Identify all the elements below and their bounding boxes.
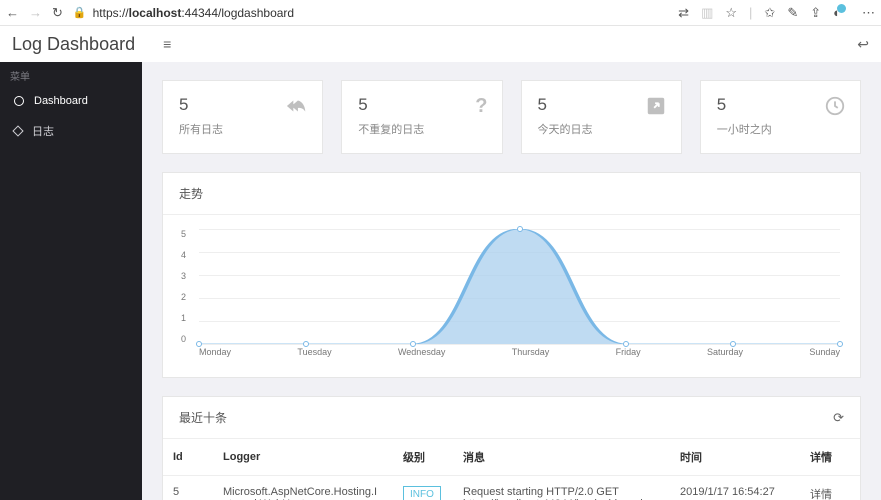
chart-marker: [837, 341, 843, 347]
chart-marker: [730, 341, 736, 347]
table-row: 5 Microsoft.AspNetCore.Hosting.Internal.…: [163, 476, 860, 500]
share-icon[interactable]: ⇪: [810, 5, 821, 21]
logs-icon: [12, 125, 23, 136]
sidebar-group-label: 菜单: [0, 62, 142, 87]
sidebar-item-label: 日志: [32, 123, 54, 139]
reader-icon: ▥: [701, 5, 713, 21]
trend-chart: 5 4 3 2 1 0 Monday Tuesday: [199, 229, 840, 369]
col-message: 消息: [453, 439, 670, 476]
dashboard-icon: [14, 96, 24, 106]
chart-marker: [410, 341, 416, 347]
clock-icon: [824, 95, 846, 123]
stat-card-unique-logs: 5 不重复的日志 ?: [341, 80, 502, 154]
stat-label: 一小时之内: [717, 121, 844, 137]
recent-logs-panel: 最近十条 ⟳ Id Logger 级别 消息 时间 详情: [162, 396, 861, 500]
sidebar: 菜单 Dashboard 日志: [0, 62, 142, 500]
refresh-icon[interactable]: ↻: [52, 5, 63, 21]
chart-marker: [196, 341, 202, 347]
sidebar-item-label: Dashboard: [34, 95, 88, 107]
stat-card-last-hour: 5 一小时之内: [700, 80, 861, 154]
refresh-panel-icon[interactable]: ⟳: [833, 410, 844, 426]
translate-icon[interactable]: ⇄: [678, 5, 689, 21]
cell-logger: Microsoft.AspNetCore.Hosting.Internal.We…: [213, 476, 393, 500]
lock-icon: 🔒: [73, 6, 87, 19]
more-icon[interactable]: ⋯: [862, 5, 875, 21]
panel-title: 走势: [179, 185, 203, 202]
cell-level: INFO: [393, 476, 453, 500]
profile-icon[interactable]: ◐: [833, 5, 850, 20]
chart-marker: [623, 341, 629, 347]
reply-icon[interactable]: ↩: [857, 36, 869, 53]
col-level: 级别: [393, 439, 453, 476]
star-outline-icon[interactable]: ☆: [725, 5, 737, 21]
stat-label: 今天的日志: [538, 121, 665, 137]
pen-icon[interactable]: ✎: [787, 5, 798, 21]
cell-detail[interactable]: 详情: [800, 476, 860, 500]
chart-marker: [303, 341, 309, 347]
stat-card-all-logs: 5 所有日志: [162, 80, 323, 154]
chart-x-axis: Monday Tuesday Wednesday Thursday Friday…: [199, 347, 840, 357]
app-header: Log Dashboard ≡ ↩: [0, 26, 881, 62]
menu-toggle-icon[interactable]: ≡: [163, 36, 171, 52]
col-logger: Logger: [213, 439, 393, 476]
cell-message: Request starting HTTP/2.0 GET https://lo…: [453, 476, 670, 500]
page-title: Log Dashboard: [12, 34, 135, 55]
sidebar-item-logs[interactable]: 日志: [0, 115, 142, 147]
main-content: 5 所有日志 5 不重复的日志 ? 5 今天的日志 5 一小时之内: [142, 62, 881, 500]
sidebar-item-dashboard[interactable]: Dashboard: [0, 87, 142, 115]
level-badge: INFO: [403, 486, 441, 500]
col-detail: 详情: [800, 439, 860, 476]
cell-id: 5: [163, 476, 213, 500]
favorites-icon[interactable]: ✩: [764, 5, 775, 21]
external-link-icon: [645, 95, 667, 123]
url-text: https://localhost:44344/logdashboard: [93, 6, 294, 20]
col-time: 时间: [670, 439, 800, 476]
stat-label: 不重复的日志: [358, 121, 485, 137]
stat-cards-row: 5 所有日志 5 不重复的日志 ? 5 今天的日志 5 一小时之内: [162, 80, 861, 154]
cell-time: 2019/1/17 16:54:27: [670, 476, 800, 500]
chart-marker: [517, 226, 523, 232]
chart-y-axis: 5 4 3 2 1 0: [181, 229, 186, 344]
stat-label: 所有日志: [179, 121, 306, 137]
browser-toolbar: ← → ↻ 🔒 https://localhost:44344/logdashb…: [0, 0, 881, 26]
back-icon[interactable]: ←: [6, 5, 19, 20]
stat-value: 5: [358, 95, 485, 115]
address-bar[interactable]: 🔒 https://localhost:44344/logdashboard: [73, 6, 668, 20]
logs-table: Id Logger 级别 消息 时间 详情 5 Microsoft.AspNet…: [163, 439, 860, 500]
trend-panel: 走势 5 4 3 2 1 0: [162, 172, 861, 378]
question-icon: ?: [475, 95, 487, 118]
col-id: Id: [163, 439, 213, 476]
stat-card-today-logs: 5 今天的日志: [521, 80, 682, 154]
reply-all-icon: [286, 95, 308, 123]
forward-icon: →: [29, 5, 42, 20]
panel-title: 最近十条: [179, 409, 227, 426]
